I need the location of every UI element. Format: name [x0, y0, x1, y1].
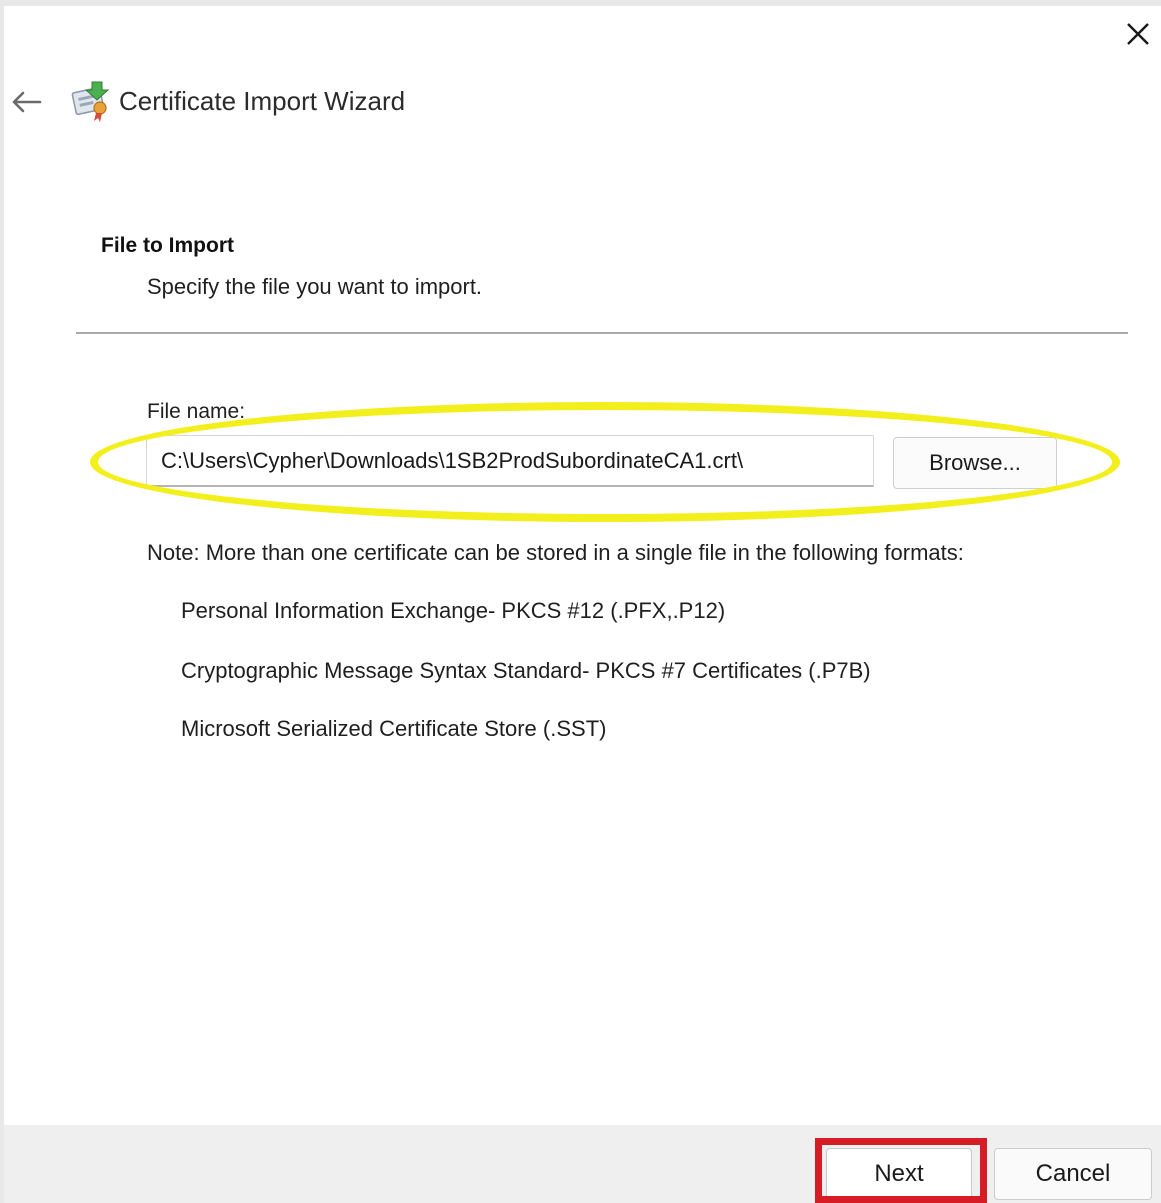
close-icon: [1127, 23, 1149, 45]
format-item-p7b: Cryptographic Message Syntax Standard- P…: [181, 658, 871, 683]
wizard-title: Certificate Import Wizard: [119, 86, 406, 116]
file-name-input[interactable]: C:\Users\Cypher\Downloads\1SB2ProdSubord…: [146, 435, 874, 487]
certificate-wizard-icon: [70, 78, 112, 124]
footer-bar: [4, 1125, 1161, 1203]
cancel-button[interactable]: Cancel: [994, 1148, 1152, 1200]
next-button[interactable]: Next: [826, 1148, 972, 1200]
file-name-label: File name:: [147, 400, 246, 423]
formats-note: Note: More than one certificate can be s…: [147, 540, 964, 565]
section-title: File to Import: [101, 234, 234, 257]
format-item-pfx: Personal Information Exchange- PKCS #12 …: [181, 598, 726, 623]
browse-button[interactable]: Browse...: [893, 437, 1057, 489]
back-button[interactable]: [4, 80, 48, 124]
format-item-sst: Microsoft Serialized Certificate Store (…: [181, 716, 607, 741]
close-button[interactable]: [1118, 14, 1158, 54]
header-divider: [76, 332, 1128, 334]
back-arrow-icon: [12, 91, 42, 113]
section-subtitle: Specify the file you want to import.: [147, 274, 483, 299]
